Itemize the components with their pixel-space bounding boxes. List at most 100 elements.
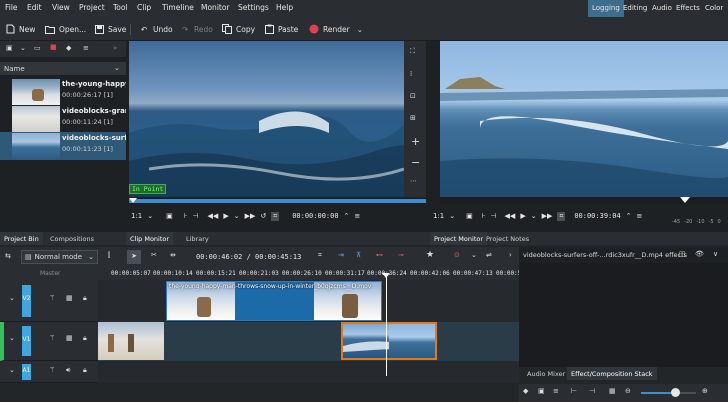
effects-wand-icon[interactable]: ⚚ bbox=[49, 366, 55, 374]
bin-clip-item[interactable]: videoblocks-grand 00:00:11:24 [1] bbox=[0, 105, 126, 133]
more-options-icon[interactable]: ⋯ bbox=[410, 177, 417, 185]
rewind-icon[interactable]: ◀◀ bbox=[208, 212, 219, 220]
playhead-marker[interactable] bbox=[382, 273, 390, 278]
project-timecode[interactable]: 00:00:39:04 bbox=[574, 212, 620, 220]
visibility-eye-icon[interactable]: 👁︎ bbox=[695, 250, 704, 258]
tab-project-notes[interactable]: Project Notes bbox=[482, 232, 533, 245]
tab-project-bin[interactable]: Project Bin bbox=[0, 232, 43, 245]
favorite-effect-icon[interactable]: ★ bbox=[426, 250, 434, 260]
tag-icon[interactable]: ◆ bbox=[66, 44, 71, 52]
menu-timeline[interactable]: Timeline bbox=[162, 3, 194, 12]
extract-icon[interactable]: ⊷ bbox=[376, 251, 383, 259]
timeline-clip[interactable]: the-young-happy-man-throws-snow-up-in-wi… bbox=[166, 281, 382, 321]
set-out-icon[interactable]: ⊣ bbox=[490, 212, 496, 220]
tab-clip-monitor[interactable]: Clip Monitor bbox=[126, 232, 174, 245]
menu-help[interactable]: Help bbox=[276, 3, 293, 12]
hamburger-icon[interactable]: ≡ bbox=[553, 387, 559, 395]
menu-icon[interactable]: ≡ bbox=[354, 212, 360, 220]
zoom-in-icon[interactable]: + bbox=[411, 135, 420, 148]
add-folder-icon[interactable]: ▭ bbox=[34, 44, 41, 52]
render-button[interactable]: Render ⌄ bbox=[309, 22, 363, 36]
zoom-out-icon[interactable]: − bbox=[411, 156, 420, 169]
tab-library[interactable]: Library bbox=[182, 232, 213, 245]
render-dropdown-icon[interactable]: ⌄ bbox=[357, 25, 363, 34]
layout-effects[interactable]: Effects bbox=[672, 0, 704, 17]
tag-icon[interactable]: ◆ bbox=[523, 387, 528, 395]
spacer-tool-icon[interactable]: ⇹ bbox=[170, 251, 176, 259]
menu-edit[interactable]: Edit bbox=[27, 3, 42, 12]
zoom-dropdown-icon[interactable]: ⌄ bbox=[147, 212, 153, 220]
sort-chevron-icon[interactable]: ⌄ bbox=[114, 64, 120, 72]
split-icon[interactable]: ⫿ bbox=[108, 251, 110, 260]
menu-project[interactable]: Project bbox=[79, 3, 105, 12]
zoom-slider[interactable] bbox=[641, 388, 696, 397]
zoom-dropdown-icon[interactable]: ⌄ bbox=[449, 212, 455, 220]
zoom-in-icon[interactable]: ⊕ bbox=[702, 387, 708, 395]
rewind-icon[interactable]: ◀◀ bbox=[505, 212, 516, 220]
dropdown-icon[interactable]: ⌄ bbox=[20, 44, 26, 52]
save-button[interactable]: Save bbox=[94, 22, 126, 36]
name-column-label[interactable]: Name bbox=[4, 65, 25, 73]
hide-video-icon[interactable]: ▦ bbox=[66, 334, 73, 342]
mute-audio-icon[interactable]: 🔊︎ bbox=[66, 366, 70, 375]
play-icon[interactable]: ▶ bbox=[520, 212, 525, 220]
layout-editing[interactable]: Editing bbox=[619, 0, 651, 17]
play-dropdown-icon[interactable]: ⌄ bbox=[234, 212, 240, 220]
fit-icon[interactable]: ▣ bbox=[166, 212, 173, 220]
zoom-slider-handle[interactable] bbox=[671, 388, 680, 397]
dropdown-icon[interactable]: ⌄ bbox=[471, 251, 477, 259]
menu-icon[interactable]: ≡ bbox=[637, 212, 643, 220]
crop-icon[interactable]: ⌗ bbox=[271, 211, 280, 221]
lock-icon[interactable]: 🔒︎ bbox=[83, 366, 87, 375]
clip-timecode[interactable]: 00:00:00:00 bbox=[292, 212, 338, 220]
view-mode-icon[interactable]: ▣ bbox=[6, 44, 13, 52]
snap-icon[interactable]: ⌗ bbox=[318, 251, 322, 260]
timeline-ruler[interactable]: Master 00:00:05:07 00:00:10:14 00:00:15:… bbox=[0, 267, 519, 280]
set-in-icon[interactable]: ⊦ bbox=[482, 212, 486, 220]
menu-monitor[interactable]: Monitor bbox=[201, 3, 230, 12]
tab-project-monitor[interactable]: Project Monitor bbox=[430, 232, 488, 245]
selection-tool-icon[interactable]: ➤ bbox=[127, 250, 141, 264]
hide-video-icon[interactable]: ▦ bbox=[66, 294, 73, 302]
grid-icon[interactable]: ▦ bbox=[609, 387, 616, 395]
timeline-clip-selected[interactable] bbox=[341, 322, 437, 360]
bin-clip-item[interactable]: videoblocks-surfer 00:00:11:23 [1] bbox=[0, 132, 126, 160]
forward-icon[interactable]: ▶▶ bbox=[245, 212, 256, 220]
forward-icon[interactable]: ▶▶ bbox=[542, 212, 553, 220]
paste-button[interactable]: Paste bbox=[264, 22, 298, 36]
clip-monitor-video[interactable]: In Point bbox=[129, 41, 404, 197]
collapse-icon[interactable]: ∨ bbox=[713, 250, 718, 258]
collapse-track-icon[interactable]: ⌄ bbox=[9, 294, 15, 302]
track-name[interactable]: V2 bbox=[22, 285, 31, 317]
crop-icon[interactable]: ⌗ bbox=[557, 211, 566, 221]
timecode-stepper-icon[interactable]: ⌃ bbox=[344, 212, 350, 220]
copy-button[interactable]: Copy bbox=[222, 22, 255, 36]
timeline-playhead[interactable] bbox=[386, 276, 387, 376]
zoom-select[interactable]: 1:1 bbox=[433, 212, 444, 220]
zoom-select[interactable]: 1:1 bbox=[131, 212, 142, 220]
compare-icon[interactable]: ◫ bbox=[679, 250, 686, 258]
new-button[interactable]: New bbox=[5, 22, 35, 36]
insert-clip-icon[interactable]: ⇥ bbox=[338, 251, 344, 259]
lock-icon[interactable]: 🔒︎ bbox=[83, 334, 87, 343]
menu-tool[interactable]: Tool bbox=[113, 3, 128, 12]
menu-settings[interactable]: Settings bbox=[238, 3, 269, 12]
zoom-region-icon[interactable]: ⊞ bbox=[410, 114, 416, 122]
expand-icon[interactable]: » bbox=[113, 44, 117, 52]
record-icon[interactable]: ⊙ bbox=[454, 251, 460, 259]
project-monitor-ruler[interactable] bbox=[440, 197, 728, 204]
menu-view[interactable]: View bbox=[52, 3, 70, 12]
edit-mode-select[interactable]: ▤ Normal mode ⌄ bbox=[21, 250, 98, 264]
project-monitor-video[interactable] bbox=[440, 41, 728, 197]
save-icon[interactable]: ▣ bbox=[538, 387, 545, 395]
more-icon[interactable]: › bbox=[509, 251, 512, 259]
redo-button[interactable]: ↷ Redo bbox=[180, 22, 213, 36]
track-clips[interactable] bbox=[98, 361, 519, 383]
razor-tool-icon[interactable]: ✂ bbox=[151, 251, 157, 259]
set-out-icon[interactable]: ⊣ bbox=[192, 212, 198, 220]
effects-wand-icon[interactable]: ⚚ bbox=[49, 294, 55, 302]
undo-button[interactable]: ↶ Undo bbox=[139, 22, 173, 36]
tab-audio-mixer[interactable]: Audio Mixer bbox=[523, 367, 569, 380]
fit-icon[interactable]: ▣ bbox=[466, 212, 473, 220]
collapse-track-icon[interactable]: ⌄ bbox=[9, 366, 15, 374]
